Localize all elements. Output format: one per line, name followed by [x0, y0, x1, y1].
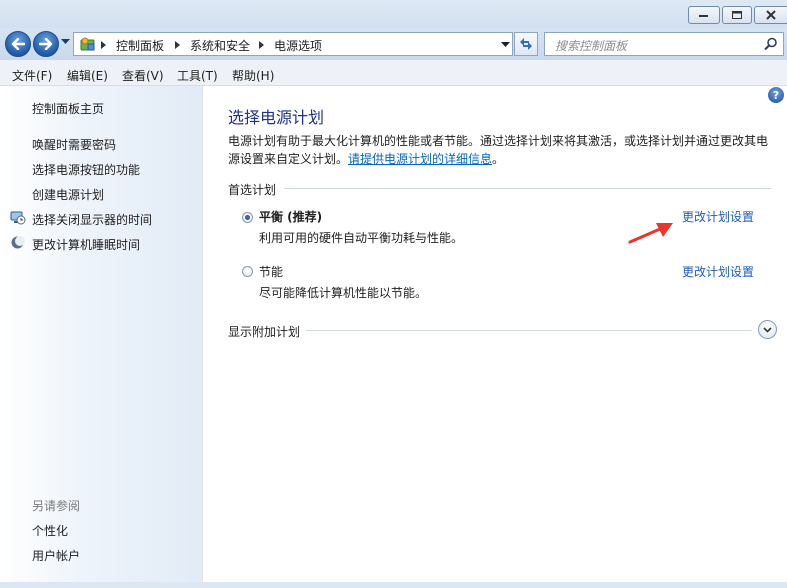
arrow-left-icon: [11, 38, 25, 50]
breadcrumb-separator-icon: [101, 41, 106, 49]
bottom-frame: [0, 582, 787, 588]
preferred-plans-divider: [284, 188, 771, 189]
address-bar[interactable]: 控制面板 系统和安全 电源选项: [73, 32, 513, 56]
close-icon: [766, 10, 776, 20]
sidebar-link-display-off-time[interactable]: 选择关闭显示器的时间: [32, 211, 152, 228]
help-button[interactable]: ?: [768, 87, 784, 103]
menu-edit[interactable]: 编辑(E): [67, 67, 108, 84]
page-title: 选择电源计划: [228, 108, 325, 127]
moon-sleep-icon: [11, 236, 25, 249]
plan-name-balanced[interactable]: 平衡 (推荐): [259, 208, 322, 225]
sidebar-link-power-button[interactable]: 选择电源按钮的功能: [32, 161, 140, 178]
plan-details-link[interactable]: 请提供电源计划的详细信息: [348, 152, 492, 166]
close-button[interactable]: [754, 6, 787, 24]
expand-additional-plans-button[interactable]: [758, 320, 777, 339]
menu-bar: 文件(F) 编辑(E) 查看(V) 工具(T) 帮助(H): [0, 60, 787, 86]
title-bar: [0, 0, 787, 28]
minimize-button[interactable]: [688, 6, 720, 24]
description-period: 。: [492, 152, 505, 166]
sidebar-link-sleep-time[interactable]: 更改计算机睡眠时间: [32, 236, 140, 253]
menu-help[interactable]: 帮助(H): [232, 67, 274, 84]
monitor-clock-icon: [10, 211, 26, 225]
preferred-plans-label: 首选计划: [228, 183, 277, 197]
arrow-right-icon: [39, 38, 53, 50]
navigation-bar: 控制面板 系统和安全 电源选项 搜索控制面板: [0, 28, 787, 60]
left-navigation-pane: 控制面板主页 唤醒时需要密码 选择电源按钮的功能 创建电源计划 选择关闭显示器的…: [0, 86, 203, 588]
breadcrumb-system-security[interactable]: 系统和安全: [190, 37, 250, 54]
see-also-heading: 另请参阅: [32, 499, 81, 513]
breadcrumb-power-options[interactable]: 电源选项: [274, 37, 322, 54]
recent-pages-chevron-icon[interactable]: [61, 39, 70, 45]
menu-tools[interactable]: 工具(T): [177, 67, 218, 84]
additional-plans-divider: [306, 330, 752, 331]
search-placeholder: 搜索控制面板: [555, 39, 628, 53]
sidebar-link-wake-password[interactable]: 唤醒时需要密码: [32, 136, 116, 153]
breadcrumb-control-panel[interactable]: 控制面板: [116, 37, 164, 54]
breadcrumb-separator-icon: [259, 41, 264, 49]
sidebar-link-create-plan[interactable]: 创建电源计划: [32, 186, 104, 203]
change-plan-settings-link-power-saver[interactable]: 更改计划设置: [682, 263, 754, 280]
address-dropdown-chevron-icon[interactable]: [501, 42, 510, 48]
control-panel-icon: [80, 37, 95, 51]
maximize-icon: [731, 10, 742, 19]
sidebar-link-user-accounts[interactable]: 用户帐户: [32, 547, 80, 564]
show-additional-plans-label[interactable]: 显示附加计划: [228, 323, 300, 340]
plan-radio-balanced[interactable]: [242, 212, 253, 223]
refresh-icon: [520, 38, 532, 50]
forward-button[interactable]: [33, 31, 59, 57]
page-description: 电源计划有助于最大化计算机的性能或者节能。通过选择计划来将其激活，或选择计划并通…: [228, 132, 773, 168]
plan-description-balanced: 利用可用的硬件自动平衡功耗与性能。: [259, 231, 464, 245]
change-plan-settings-link-balanced[interactable]: 更改计划设置: [682, 208, 754, 225]
maximize-button[interactable]: [722, 6, 752, 24]
control-panel-home-link[interactable]: 控制面板主页: [32, 100, 104, 117]
plan-radio-power-saver[interactable]: [242, 266, 253, 277]
menu-file[interactable]: 文件(F): [12, 67, 52, 84]
back-button[interactable]: [5, 31, 31, 57]
minimize-icon: [699, 15, 708, 17]
menu-view[interactable]: 查看(V): [122, 67, 164, 84]
help-icon: ?: [772, 88, 780, 102]
plan-description-power-saver: 尽可能降低计算机性能以节能。: [259, 286, 428, 300]
search-box[interactable]: 搜索控制面板: [544, 32, 784, 56]
chevron-down-icon: [763, 326, 772, 333]
breadcrumb-separator-icon: [175, 41, 180, 49]
plan-name-power-saver[interactable]: 节能: [259, 263, 283, 280]
annotation-arrow-icon: [628, 223, 673, 244]
search-icon[interactable]: [764, 37, 778, 51]
refresh-button[interactable]: [514, 32, 538, 56]
sidebar-link-personalization[interactable]: 个性化: [32, 522, 68, 539]
